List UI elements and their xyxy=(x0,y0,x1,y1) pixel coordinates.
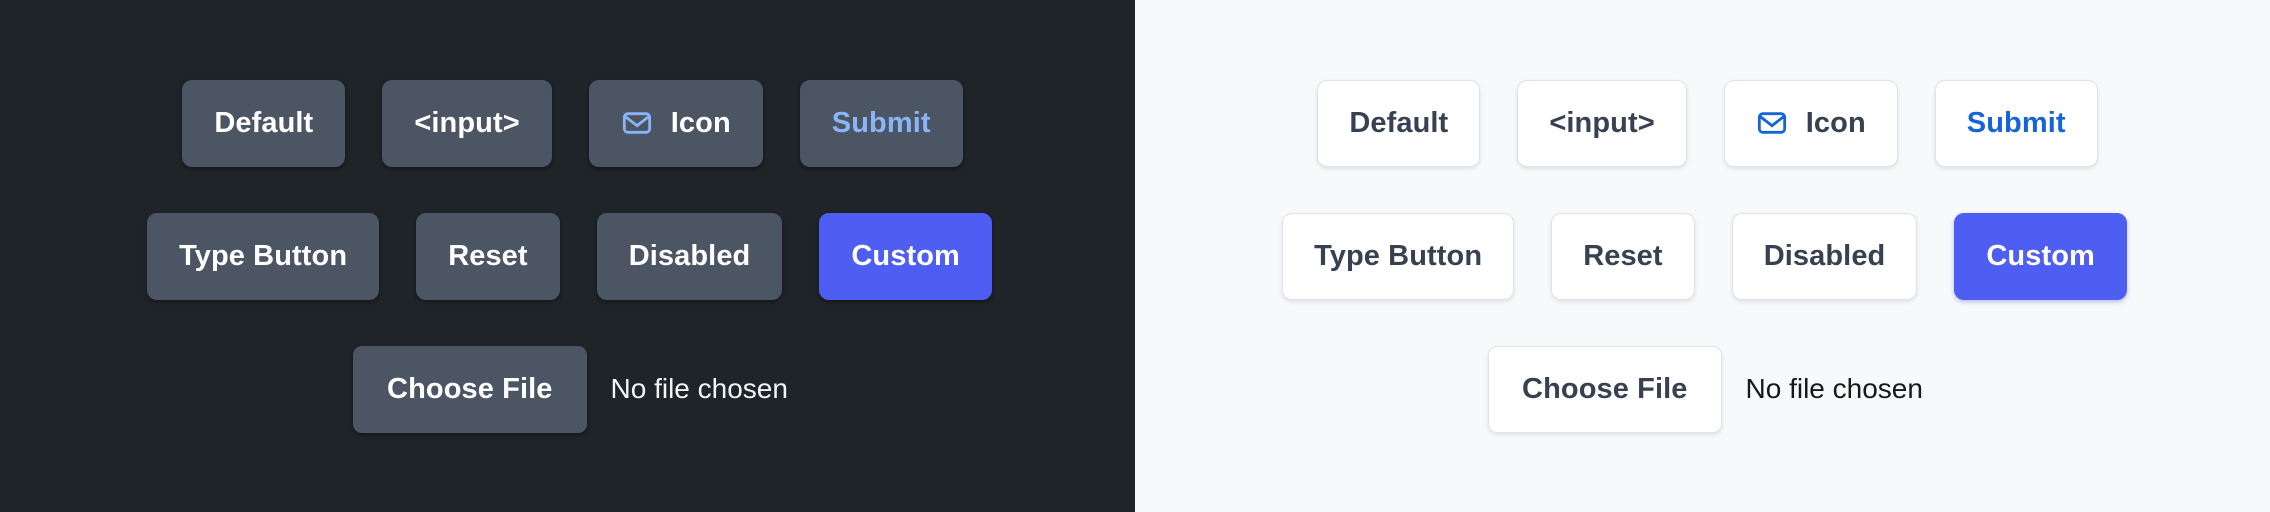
light-submit-button[interactable]: Submit xyxy=(1934,79,2098,167)
dark-disabled-label: Disabled xyxy=(628,239,751,272)
dark-row-1: Default <input> Icon Submit xyxy=(172,79,963,167)
dark-row-2: Type Button Reset Disabled Custom xyxy=(143,212,992,300)
dark-submit-label: Submit xyxy=(831,106,931,139)
dark-custom-label: Custom xyxy=(851,239,960,272)
light-choose-file-label: Choose File xyxy=(1522,372,1688,405)
mail-icon xyxy=(621,107,653,139)
light-submit-label: Submit xyxy=(1966,106,2066,139)
dark-type-button[interactable]: Type Button xyxy=(147,212,380,300)
light-type-button-label: Type Button xyxy=(1314,239,1483,272)
dark-reset-button[interactable]: Reset xyxy=(416,212,560,300)
light-default-button[interactable]: Default xyxy=(1317,79,1481,167)
dark-theme-panel: Default <input> Icon Submit Type Button … xyxy=(0,0,1135,512)
mail-icon xyxy=(1756,107,1788,139)
dark-disabled-button: Disabled xyxy=(596,212,783,300)
light-file-status: No file chosen xyxy=(1745,373,1923,404)
dark-icon-label: Icon xyxy=(670,106,731,139)
dark-input-label: <input> xyxy=(414,106,520,139)
dark-icon-button[interactable]: Icon xyxy=(588,79,763,167)
dark-custom-button[interactable]: Custom xyxy=(819,212,992,300)
light-button-rows: Default <input> Icon Submit Type Button … xyxy=(1135,0,2270,512)
button-showcase: Default <input> Icon Submit Type Button … xyxy=(0,0,2270,512)
dark-row-3: Choose File No file chosen xyxy=(347,345,788,433)
dark-input-button[interactable]: <input> xyxy=(382,79,552,167)
dark-default-label: Default xyxy=(214,106,314,139)
dark-choose-file-label: Choose File xyxy=(387,372,553,405)
light-row-3: Choose File No file chosen xyxy=(1482,345,1923,433)
light-custom-button[interactable]: Custom xyxy=(1954,212,2127,300)
light-row-1: Default <input> Icon Submit xyxy=(1307,79,2098,167)
light-theme-panel: Default <input> Icon Submit Type Button … xyxy=(1135,0,2270,512)
dark-type-button-label: Type Button xyxy=(179,239,348,272)
dark-submit-button[interactable]: Submit xyxy=(799,79,963,167)
light-input-button[interactable]: <input> xyxy=(1517,79,1687,167)
light-input-label: <input> xyxy=(1549,106,1655,139)
light-custom-label: Custom xyxy=(1986,239,2095,272)
dark-file-status: No file chosen xyxy=(610,373,788,404)
light-reset-button[interactable]: Reset xyxy=(1551,212,1695,300)
light-type-button[interactable]: Type Button xyxy=(1282,212,1515,300)
light-row-2: Type Button Reset Disabled Custom xyxy=(1278,212,2127,300)
dark-button-rows: Default <input> Icon Submit Type Button … xyxy=(0,0,1135,512)
dark-default-button[interactable]: Default xyxy=(182,79,346,167)
dark-choose-file-button[interactable]: Choose File xyxy=(353,345,587,433)
light-disabled-label: Disabled xyxy=(1763,239,1886,272)
light-choose-file-button[interactable]: Choose File xyxy=(1488,345,1722,433)
light-reset-label: Reset xyxy=(1583,239,1663,272)
light-default-label: Default xyxy=(1349,106,1449,139)
light-disabled-button: Disabled xyxy=(1731,212,1918,300)
light-icon-label: Icon xyxy=(1805,106,1866,139)
light-icon-button[interactable]: Icon xyxy=(1723,79,1898,167)
dark-reset-label: Reset xyxy=(448,239,528,272)
